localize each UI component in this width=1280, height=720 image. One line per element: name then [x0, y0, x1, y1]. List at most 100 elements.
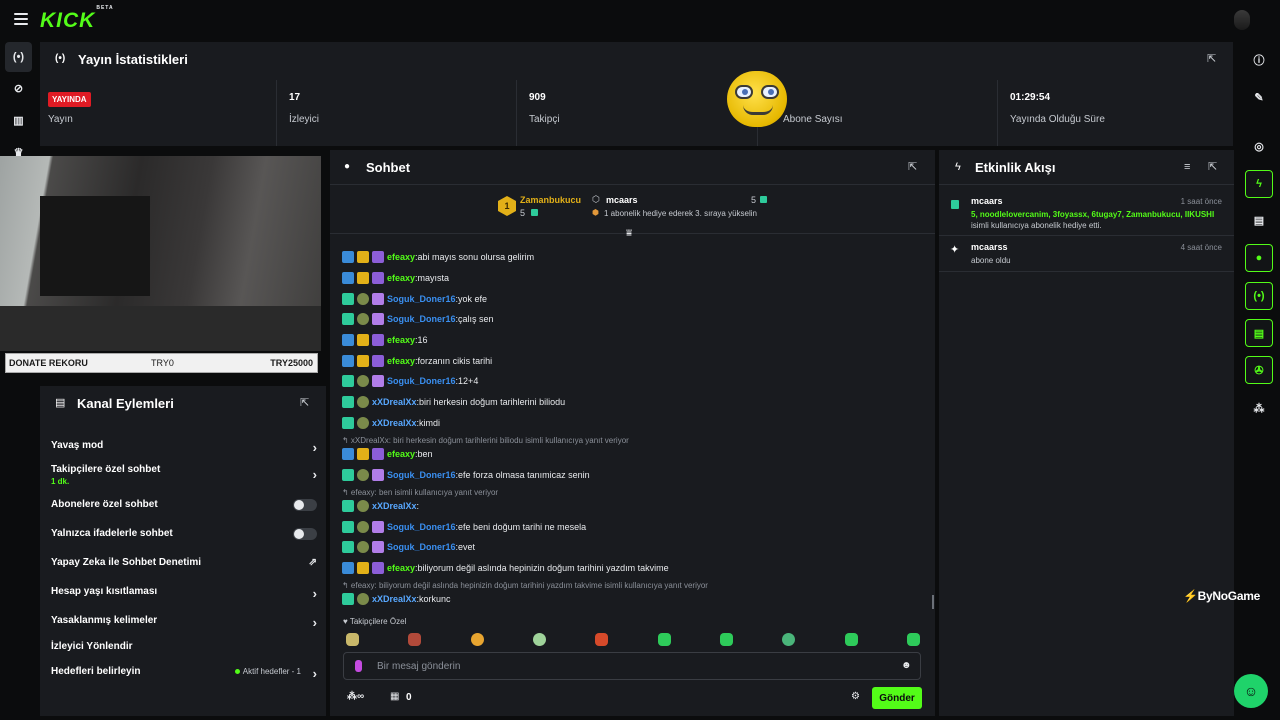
chat-icon[interactable]: ●: [1245, 244, 1273, 272]
chat-message[interactable]: Soguk_Doner16: efe forza olmasa tanımica…: [342, 468, 590, 482]
analytics-icon[interactable]: ▥: [5, 105, 32, 135]
ai-moderation-row[interactable]: Yapay Zeka ile Sohbet Denetimi ⇗: [51, 557, 317, 568]
emote[interactable]: [595, 633, 608, 646]
chat-message[interactable]: xXDrealXx: korkunc: [342, 592, 451, 606]
popout-icon[interactable]: ⇱: [1208, 161, 1220, 173]
chat-message[interactable]: efeaxy: abi mayıs sonu olursa gelirim: [342, 250, 534, 264]
emote-section-label: ♥ Takipçilere Özel: [343, 617, 406, 626]
chat-text: korkunc: [419, 594, 451, 604]
info-icon[interactable]: ⓘ: [1245, 46, 1273, 74]
slow-mode-row[interactable]: Yavaş mod ›: [51, 440, 317, 455]
broadcast-icon[interactable]: (•): [5, 42, 32, 72]
emote[interactable]: [658, 633, 671, 646]
mic-icon[interactable]: [355, 660, 362, 672]
chat-message[interactable]: Soguk_Doner16: efe beni doğum tarihi ne …: [342, 520, 586, 534]
user-avatar[interactable]: [1234, 10, 1250, 30]
chat-message[interactable]: efeaxy: 16: [342, 333, 428, 347]
goals-row[interactable]: Hedefleri belirleyin Aktif hedefler - 1 …: [51, 666, 317, 681]
emote-section-text: Takipçilere Özel: [349, 617, 407, 626]
emote-only-toggle[interactable]: [293, 528, 317, 540]
emote[interactable]: [720, 633, 733, 646]
kick-logo[interactable]: KICKBETA: [40, 5, 113, 33]
row-label: Yalnızca ifadelerle sohbet: [51, 528, 173, 539]
chat-scrollbar[interactable]: [932, 595, 934, 609]
og-badge-icon: [342, 500, 354, 512]
chat-message[interactable]: Soguk_Doner16: çalış sen: [342, 312, 494, 326]
chat-message[interactable]: Soguk_Doner16: yok efe: [342, 292, 487, 306]
raid-row[interactable]: İzleyici Yönlendir: [51, 641, 317, 652]
row-label: Abonelere özel sohbet: [51, 499, 158, 510]
document-icon[interactable]: ▤: [1245, 206, 1273, 234]
broadcast-icon[interactable]: (•): [1245, 282, 1273, 310]
chat-username[interactable]: efeaxy: [387, 273, 415, 283]
chat-text: 12+4: [458, 376, 479, 386]
chat-input[interactable]: Bir mesaj gönderin ☻: [343, 652, 921, 680]
emote[interactable]: [408, 633, 421, 646]
camera-icon[interactable]: ◎: [1245, 132, 1273, 160]
chat-username[interactable]: xXDrealXx: [372, 501, 417, 511]
chat-message[interactable]: efeaxy: forzanın cikis tarihi: [342, 354, 492, 368]
emote[interactable]: [782, 633, 795, 646]
chat-username[interactable]: Soguk_Doner16: [387, 522, 456, 532]
actions-icon[interactable]: ▤: [1245, 319, 1273, 347]
chat-username[interactable]: Soguk_Doner16: [387, 542, 456, 552]
points-icon[interactable]: ⁂∞: [347, 691, 364, 702]
subscribers-only-toggle[interactable]: [293, 499, 317, 511]
globe-badge-icon: [357, 469, 369, 481]
chat-title: Sohbet: [366, 160, 411, 175]
emote[interactable]: [845, 633, 858, 646]
wrench-icon[interactable]: ✇: [1245, 356, 1273, 384]
popout-icon[interactable]: ⇱: [908, 161, 920, 173]
chat-username[interactable]: Soguk_Doner16: [387, 294, 456, 304]
banned-words-row[interactable]: Yasaklanmış kelimeler ›: [51, 615, 317, 630]
edit-icon[interactable]: ✎: [1245, 83, 1273, 111]
chat-username[interactable]: efeaxy: [387, 449, 415, 459]
account-age-row[interactable]: Hesap yaşı kısıtlaması ›: [51, 586, 317, 601]
chat-username[interactable]: Soguk_Doner16: [387, 376, 456, 386]
emoji-icon[interactable]: ☻: [901, 660, 912, 671]
send-button[interactable]: Gönder: [872, 687, 922, 709]
emote[interactable]: [346, 633, 359, 646]
chat-message[interactable]: efeaxy: ben: [342, 447, 433, 461]
activity-feed-panel: ϟ Etkinlik Akışı ≡ ⇱ mcaars 1 saat önce …: [939, 150, 1234, 716]
filter-icon[interactable]: ≡: [1184, 161, 1190, 173]
link-icon[interactable]: ⊘: [5, 73, 32, 103]
og-badge-icon: [342, 469, 354, 481]
chat-username[interactable]: Soguk_Doner16: [387, 314, 456, 324]
emote[interactable]: [533, 633, 546, 646]
popout-icon[interactable]: ⇱: [1207, 53, 1219, 65]
menu-icon[interactable]: [14, 13, 28, 25]
chevron-right-icon: ›: [312, 440, 317, 455]
left-rail: (•) ⊘ ▥ ♛: [0, 40, 36, 720]
chat-message[interactable]: Soguk_Doner16: evet: [342, 540, 475, 554]
emote[interactable]: [471, 633, 484, 646]
emote[interactable]: [907, 633, 920, 646]
chat-username[interactable]: efeaxy: [387, 252, 415, 262]
followers-only-row[interactable]: Takipçilere özel sohbet 1 dk. ›: [51, 464, 317, 486]
chat-username[interactable]: efeaxy: [387, 335, 415, 345]
filter-icon[interactable]: ⩸: [626, 228, 632, 239]
apps-icon[interactable]: ⁂: [1245, 394, 1273, 422]
chat-message[interactable]: xXDrealXx:: [342, 499, 419, 513]
chat-message[interactable]: efeaxy: mayısta: [342, 271, 449, 285]
event-user: mcaars: [971, 196, 1003, 206]
gear-icon[interactable]: ⚙: [851, 691, 860, 702]
chat-username[interactable]: Soguk_Doner16: [387, 470, 456, 480]
chat-username[interactable]: efeaxy: [387, 356, 415, 366]
help-chat-button[interactable]: ☺: [1234, 674, 1268, 708]
chat-message[interactable]: xXDrealXx: kimdi: [342, 416, 440, 430]
chat-username[interactable]: xXDrealXx: [372, 594, 417, 604]
gift-box-icon[interactable]: ▦: [390, 691, 399, 702]
globe-badge-icon: [357, 417, 369, 429]
chat-message[interactable]: Soguk_Doner16: 12+4: [342, 374, 478, 388]
chat-message[interactable]: xXDrealXx: biri herkesin doğum tarihleri…: [342, 395, 565, 409]
chevron-right-icon: ›: [312, 666, 317, 681]
chat-username[interactable]: efeaxy: [387, 563, 415, 573]
chat-username[interactable]: xXDrealXx: [372, 397, 417, 407]
chat-message[interactable]: efeaxy: biliyorum değil aslında hepinizi…: [342, 561, 669, 575]
stream-preview[interactable]: [0, 156, 321, 351]
popout-icon[interactable]: ⇱: [300, 397, 312, 409]
chat-username[interactable]: xXDrealXx: [372, 418, 417, 428]
bolt-icon[interactable]: ϟ: [1245, 170, 1273, 198]
chat-icon: ●: [344, 161, 351, 172]
